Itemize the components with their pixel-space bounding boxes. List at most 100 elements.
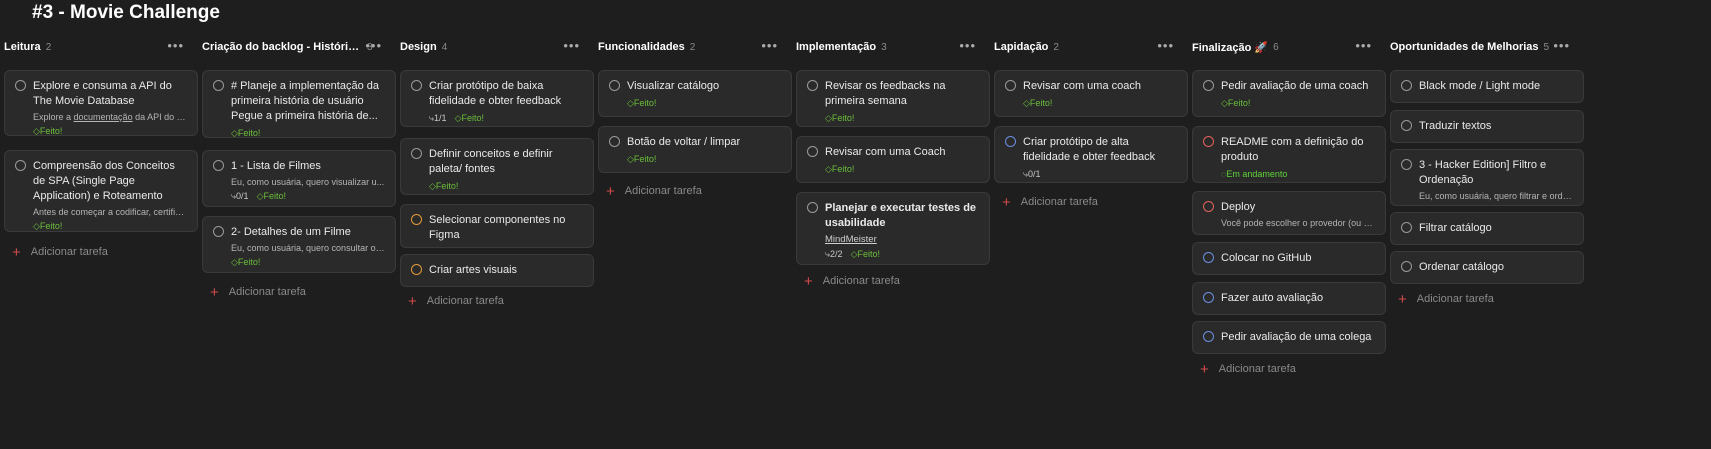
task-card[interactable]: Filtrar catálogo [1390,212,1584,245]
task-checkbox[interactable] [213,80,224,91]
add-task-button[interactable]: + Adicionar tarefa [408,294,504,309]
task-checkbox[interactable] [1203,292,1214,303]
task-checkbox[interactable] [1005,80,1016,91]
task-card[interactable]: Revisar com uma Coach ◇Feito! [796,136,990,183]
task-card[interactable]: 2- Detalhes de um Filme Eu, como usuária… [202,216,396,273]
task-title: Deploy [1221,201,1256,213]
column-header[interactable]: Funcionalidades 2 ••• [594,36,790,58]
task-card[interactable]: Selecionar componentes no Figma [400,204,594,248]
plus-icon: + [1002,193,1011,211]
task-card[interactable]: Revisar os feedbacks na primeira semana … [796,70,990,127]
task-card[interactable]: Criar protótipo de alta fidelidade e obt… [994,126,1188,183]
task-checkbox[interactable] [1203,136,1214,147]
task-card[interactable]: Ordenar catálogo [1390,251,1584,284]
column-funcionalidades: Funcionalidades 2 ••• Visualizar catálog… [594,36,792,199]
more-options-icon[interactable]: ••• [1355,38,1372,53]
more-options-icon[interactable]: ••• [959,38,976,53]
task-card[interactable]: Fazer auto avaliação [1192,282,1386,315]
task-checkbox[interactable] [1401,120,1412,131]
column-title: Leitura [4,41,41,53]
column-header[interactable]: Finalização 🚀 6 ••• [1188,36,1384,58]
task-card[interactable]: 1 - Lista de Filmes Eu, como usuária, qu… [202,150,396,207]
plus-icon: + [1398,290,1407,308]
task-checkbox[interactable] [411,264,422,275]
task-title: Planejar e executar testes de usabilidad… [825,202,977,229]
task-checkbox[interactable] [1203,201,1214,212]
more-options-icon[interactable]: ••• [1553,38,1570,53]
add-task-button[interactable]: + Adicionar tarefa [12,245,108,260]
task-card[interactable]: Visualizar catálogo ◇Feito! [598,70,792,117]
task-card[interactable]: Compreensão dos Conceitos de SPA (Single… [4,150,198,232]
task-card[interactable]: Deploy Você pode escolher o provedor (ou… [1192,191,1386,235]
task-checkbox[interactable] [609,80,620,91]
task-card[interactable]: README com a definição do produto ◌Em an… [1192,126,1386,183]
status-tag: ◇Feito! [231,128,261,138]
plus-icon: + [804,272,813,290]
column-header[interactable]: Criação do backlog - Histórias... 3 ••• [198,36,394,58]
more-options-icon[interactable]: ••• [761,38,778,53]
task-checkbox[interactable] [1203,331,1214,342]
more-options-icon[interactable]: ••• [365,38,382,53]
task-checkbox[interactable] [15,80,26,91]
task-checkbox[interactable] [1005,136,1016,147]
task-card[interactable]: Traduzir textos [1390,110,1584,143]
subtask-counter: ⤷0/1 [231,191,249,201]
task-card[interactable]: Explore e consuma a API do The Movie Dat… [4,70,198,136]
task-checkbox[interactable] [1401,261,1412,272]
column-title: Finalização 🚀 [1192,41,1269,54]
more-options-icon[interactable]: ••• [563,38,580,53]
column-count: 2 [45,41,52,53]
task-card[interactable]: Planejar e executar testes de usabilidad… [796,192,990,265]
task-card[interactable]: # Planeje a implementação da primeira hi… [202,70,396,138]
column-design: Design 4 ••• Criar protótipo de baixa fi… [396,36,594,309]
column-header[interactable]: Oportunidades de Melhorias 5 ••• [1386,36,1582,58]
add-task-button[interactable]: + Adicionar tarefa [1398,290,1494,308]
task-title: Selecionar componentes no Figma [429,214,566,241]
task-checkbox[interactable] [213,226,224,237]
task-checkbox[interactable] [15,160,26,171]
status-tag: ◇Feito! [627,154,657,164]
task-checkbox[interactable] [1401,222,1412,233]
task-checkbox[interactable] [411,80,422,91]
add-task-button[interactable]: + Adicionar tarefa [606,182,702,200]
add-task-button[interactable]: + Adicionar tarefa [1002,193,1098,211]
task-card[interactable]: Pedir avaliação de uma colega [1192,321,1386,354]
task-title: Botão de voltar / limpar [627,136,741,148]
add-task-button[interactable]: + Adicionar tarefa [804,272,900,290]
task-checkbox[interactable] [609,136,620,147]
task-card[interactable]: Black mode / Light mode [1390,70,1584,103]
task-card[interactable]: Pedir avaliação de uma coach ◇Feito! [1192,70,1386,117]
column-count: 2 [1053,41,1059,53]
add-task-button[interactable]: + Adicionar tarefa [210,285,306,300]
task-card[interactable]: Criar artes visuais [400,254,594,287]
add-task-button[interactable]: + Adicionar tarefa [1200,362,1296,377]
task-card[interactable]: Criar protótipo de baixa fidelidade e ob… [400,70,594,127]
documentation-link[interactable]: documentação [74,112,133,122]
task-card[interactable]: Botão de voltar / limpar ◇Feito! [598,126,792,173]
task-checkbox[interactable] [411,148,422,159]
column-implementacao: Implementação 3 ••• Revisar os feedbacks… [792,36,990,289]
task-checkbox[interactable] [213,160,224,171]
column-header[interactable]: Lapidação 2 ••• [990,36,1186,58]
task-checkbox[interactable] [807,202,818,213]
column-header[interactable]: Leitura 2 ••• [0,36,196,58]
more-options-icon[interactable]: ••• [1157,38,1174,53]
task-checkbox[interactable] [1401,159,1412,170]
task-checkbox[interactable] [807,80,818,91]
column-title: Criação do backlog - Histórias... [202,41,362,53]
task-title: 2- Detalhes de um Filme [231,226,351,238]
mindmeister-link[interactable]: MindMeister [825,234,979,245]
more-options-icon[interactable]: ••• [167,38,184,53]
task-checkbox[interactable] [1203,252,1214,263]
task-card[interactable]: 3 - Hacker Edition] Filtro e Ordenação E… [1390,149,1584,206]
task-checkbox[interactable] [1203,80,1214,91]
task-checkbox[interactable] [807,146,818,157]
column-header[interactable]: Implementação 3 ••• [792,36,988,58]
task-checkbox[interactable] [1401,80,1412,91]
task-card[interactable]: Definir conceitos e definir paleta/ font… [400,138,594,195]
task-card[interactable]: Colocar no GitHub [1192,242,1386,275]
task-checkbox[interactable] [411,214,422,225]
plus-icon: + [606,182,615,200]
task-card[interactable]: Revisar com uma coach ◇Feito! [994,70,1188,117]
column-header[interactable]: Design 4 ••• [396,36,592,58]
